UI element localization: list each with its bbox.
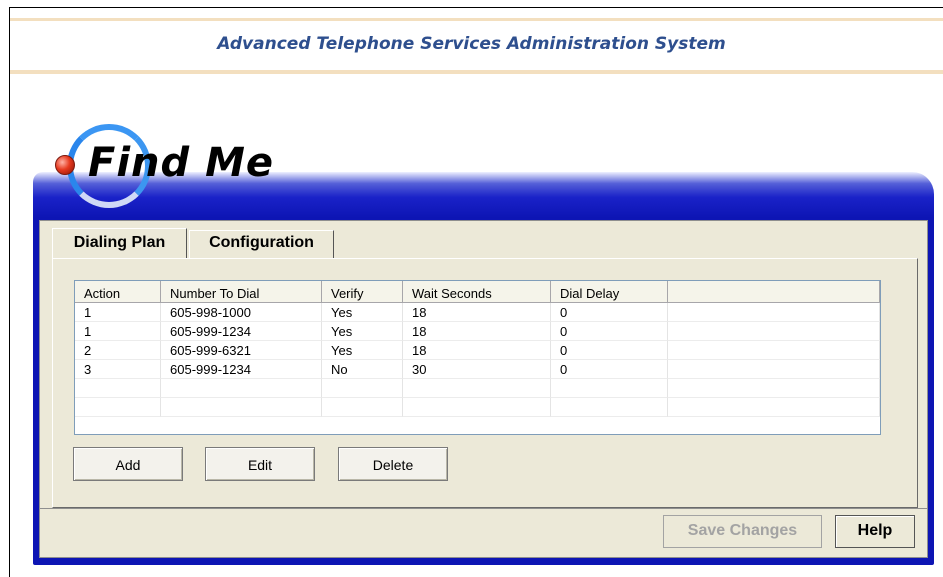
table-row[interactable]: 3 605-999-1234 No 30 0 — [75, 360, 880, 379]
cell-wait-seconds: 18 — [403, 341, 551, 360]
cell-wait-seconds: 30 — [403, 360, 551, 379]
column-header-verify[interactable]: Verify — [322, 281, 403, 303]
app-title: Advanced Telephone Services Administrati… — [217, 34, 726, 54]
cell-number — [161, 398, 322, 417]
table-row-empty[interactable] — [75, 398, 880, 417]
cell-action: 1 — [75, 322, 161, 341]
cell-action: 3 — [75, 360, 161, 379]
logo-dot-icon — [55, 155, 75, 175]
table-row[interactable]: 1 605-999-1234 Yes 18 0 — [75, 322, 880, 341]
cell-number: 605-999-1234 — [161, 322, 322, 341]
cell-verify — [322, 398, 403, 417]
cell-number: 605-999-1234 — [161, 360, 322, 379]
panel-divider — [40, 508, 927, 509]
list-body: 1 605-998-1000 Yes 18 0 1 605-999-1234 Y… — [75, 303, 880, 417]
save-changes-button[interactable]: Save Changes — [663, 515, 822, 548]
cell-wait-seconds: 18 — [403, 322, 551, 341]
column-header-action[interactable]: Action — [75, 281, 161, 303]
tab-dialing-plan[interactable]: Dialing Plan — [52, 228, 187, 258]
cell-wait-seconds — [403, 379, 551, 398]
frame-left-border — [9, 7, 10, 577]
list-header: Action Number To Dial Verify Wait Second… — [75, 281, 880, 303]
cell-filler — [668, 322, 880, 341]
cell-filler — [668, 341, 880, 360]
cell-wait-seconds: 18 — [403, 303, 551, 322]
cell-filler — [668, 398, 880, 417]
cell-dial-delay — [551, 398, 668, 417]
cell-verify — [322, 379, 403, 398]
cell-dial-delay: 0 — [551, 303, 668, 322]
cell-filler — [668, 379, 880, 398]
cell-verify: No — [322, 360, 403, 379]
cell-action — [75, 398, 161, 417]
title-rule-bottom — [10, 70, 943, 74]
cell-action — [75, 379, 161, 398]
cell-verify: Yes — [322, 341, 403, 360]
cell-dial-delay: 0 — [551, 341, 668, 360]
column-header-dial-delay[interactable]: Dial Delay — [551, 281, 668, 303]
cell-wait-seconds — [403, 398, 551, 417]
delete-button[interactable]: Delete — [338, 447, 448, 481]
cell-number: 605-998-1000 — [161, 303, 322, 322]
column-header-wait-seconds[interactable]: Wait Seconds — [403, 281, 551, 303]
table-row-empty[interactable] — [75, 379, 880, 398]
cell-dial-delay: 0 — [551, 360, 668, 379]
cell-filler — [668, 360, 880, 379]
cell-verify: Yes — [322, 322, 403, 341]
column-header-number[interactable]: Number To Dial — [161, 281, 322, 303]
tab-configuration[interactable]: Configuration — [189, 230, 334, 258]
frame-top-border — [9, 7, 943, 8]
column-header-filler — [668, 281, 880, 303]
title-rule-top — [10, 18, 943, 21]
cell-dial-delay — [551, 379, 668, 398]
help-button[interactable]: Help — [835, 515, 915, 548]
cell-action: 1 — [75, 303, 161, 322]
cell-dial-delay: 0 — [551, 322, 668, 341]
cell-filler — [668, 303, 880, 322]
table-row[interactable]: 1 605-998-1000 Yes 18 0 — [75, 303, 880, 322]
table-row[interactable]: 2 605-999-6321 Yes 18 0 — [75, 341, 880, 360]
edit-button[interactable]: Edit — [205, 447, 315, 481]
cell-number: 605-999-6321 — [161, 341, 322, 360]
cell-verify: Yes — [322, 303, 403, 322]
logo-text: Find Me — [88, 140, 275, 186]
add-button[interactable]: Add — [73, 447, 183, 481]
cell-action: 2 — [75, 341, 161, 360]
cell-number — [161, 379, 322, 398]
dialing-plan-list[interactable]: Action Number To Dial Verify Wait Second… — [74, 280, 881, 435]
